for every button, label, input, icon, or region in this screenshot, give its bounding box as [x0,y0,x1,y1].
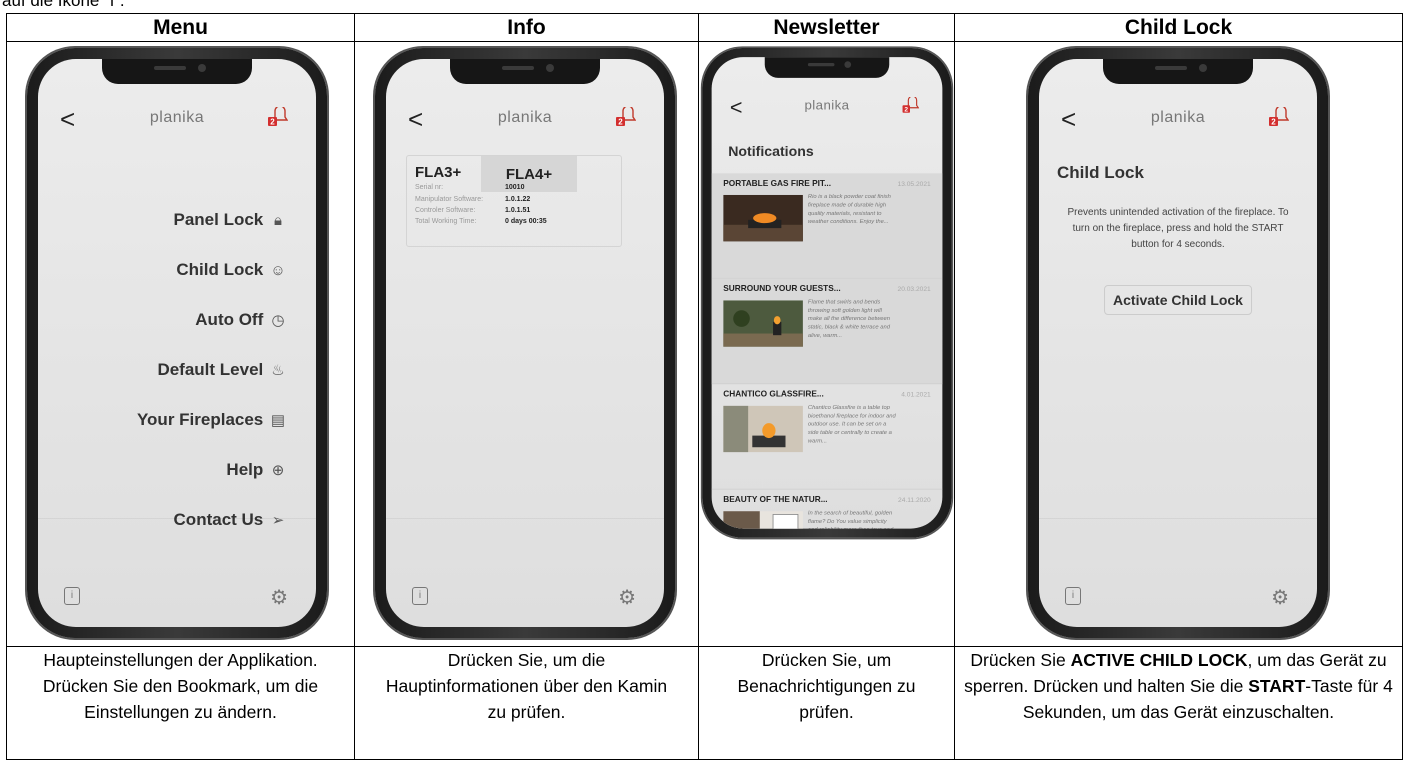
svg-text:2: 2 [904,106,908,113]
notification-thumbnail [723,511,803,529]
clock-icon: ◷ [271,312,285,329]
child-lock-title: Child Lock [1057,163,1144,182]
info-screenshot-cell: < planika 2 FLA3+ FLA4+ Serial nr: 10010 … [354,41,699,647]
child-face-icon: ☺ [270,262,286,279]
intro-text-fragment: auf die Ikone "i". [2,0,125,10]
newsletter-description: Drücken Sie, um Benachrichtigungen zu pr… [698,646,955,760]
phone-screen: < planika 2 Notifications PORTABLE GAS F… [711,57,943,529]
menu-item-help[interactable]: Help ⊕ [137,459,288,509]
phone-notch [764,57,890,78]
lifebuoy-icon: ⊕ [271,462,285,479]
notification-card[interactable]: CHANTICO GLASSFIRE... 4.01.2021 Chantico… [711,384,943,490]
phone-screen: < planika 2 Child Lock Prevents unintend… [1039,59,1317,627]
bell-notification-icon[interactable]: 2 [614,107,636,129]
child-lock-description-text: Drücken Sie ACTIVE CHILD LOCK, um das Ge… [954,646,1403,760]
app-screens-table: Menu Info Newsletter Child Lock < planik… [6,13,1403,760]
column-header-child-lock: Child Lock [954,13,1403,42]
bell-notification-icon[interactable]: 2 [266,107,288,129]
phone-screen: < planika 2 Panel Lock 🔒︎ Child Lock ☺ A… [38,59,316,627]
notification-card[interactable]: SURROUND YOUR GUESTS... 20.03.2021 Flame… [711,278,943,385]
divider [386,518,664,579]
notifications-title: Notifications [728,143,814,160]
menu-item-your-fireplaces[interactable]: Your Fireplaces ▤ [137,409,288,459]
gear-icon[interactable]: ⚙ [270,585,288,610]
notification-card[interactable]: BEAUTY OF THE NATUR... 24.11.2020 In the… [712,490,943,529]
bell-notification-icon[interactable]: 2 [1267,107,1289,129]
phone-frame: < planika 2 Child Lock Prevents unintend… [1028,48,1328,638]
info-row-working-time: Total Working Time: 0 days 00:35 [415,218,547,225]
newsletter-screenshot-cell: < planika 2 Notifications PORTABLE GAS F… [698,41,955,647]
phone-screen: < planika 2 FLA3+ FLA4+ Serial nr: 10010 … [386,59,664,627]
app-header: < planika 2 [712,95,943,120]
divider [1039,518,1317,579]
app-header: < planika 2 [38,105,316,135]
app-footer: i ⚙ [38,585,316,609]
column-header-newsletter: Newsletter [698,13,955,42]
svg-text:2: 2 [270,118,275,127]
divider [38,518,316,579]
notifications-list: PORTABLE GAS FIRE PIT... 13.05.2021 Rio … [711,173,943,529]
device-info-panel: FLA3+ FLA4+ Serial nr: 10010 Manipulator … [406,155,622,247]
app-footer: i ⚙ [1039,585,1317,609]
info-icon[interactable]: i [64,587,80,605]
info-icon[interactable]: i [412,587,428,605]
phone-frame: < planika 2 Notifications PORTABLE GAS F… [702,48,952,538]
info-row-manipulator: Manipulator Software: 1.0.1.22 [415,196,531,203]
menu-item-child-lock[interactable]: Child Lock ☺ [137,259,288,309]
phone-notch [102,59,252,84]
notification-thumbnail [723,194,803,242]
info-row-controller: Controler Software: 1.0.1.51 [415,207,531,214]
flame-icon: ♨ [271,362,285,379]
child-lock-description: Prevents unintended activation of the fi… [1067,207,1289,250]
info-icon[interactable]: i [1065,587,1081,605]
gear-icon[interactable]: ⚙ [1271,585,1289,610]
notification-card[interactable]: PORTABLE GAS FIRE PIT... 13.05.2021 Rio … [711,173,943,279]
notification-thumbnail [723,300,803,347]
gear-icon[interactable]: ⚙ [618,585,636,610]
column-header-info: Info [354,13,699,42]
fireplace-icon: ▤ [270,412,286,429]
tab-fla3[interactable]: FLA3+ [415,164,461,181]
phone-notch [450,59,600,84]
info-row-serial: Serial nr: 10010 [415,184,525,191]
svg-text:2: 2 [1271,118,1276,127]
child-lock-screenshot-cell: < planika 2 Child Lock Prevents unintend… [954,41,1403,647]
app-header: < planika 2 [1039,105,1317,135]
settings-menu: Panel Lock 🔒︎ Child Lock ☺ Auto Off ◷ De… [137,209,288,559]
activate-child-lock-button[interactable]: Activate Child Lock [1104,285,1252,315]
menu-item-auto-off[interactable]: Auto Off ◷ [137,309,288,359]
menu-item-panel-lock[interactable]: Panel Lock 🔒︎ [137,209,288,259]
notification-thumbnail [723,405,803,453]
menu-item-default-level[interactable]: Default Level ♨ [137,359,288,409]
lock-icon: 🔒︎ [274,212,282,229]
bell-notification-icon[interactable]: 2 [901,96,920,115]
column-header-menu: Menu [6,13,355,42]
phone-frame: < planika 2 Panel Lock 🔒︎ Child Lock ☺ A… [27,48,327,638]
phone-frame: < planika 2 FLA3+ FLA4+ Serial nr: 10010 … [375,48,675,638]
app-footer: i ⚙ [386,585,664,609]
menu-description: Haupteinstellungen der Applikation. Drüc… [6,646,355,760]
svg-text:2: 2 [618,118,623,127]
phone-notch [1103,59,1253,84]
menu-screenshot-cell: < planika 2 Panel Lock 🔒︎ Child Lock ☺ A… [6,41,355,647]
info-description: Drücken Sie, um die Hauptinformationen ü… [354,646,699,760]
app-header: < planika 2 [386,105,664,135]
